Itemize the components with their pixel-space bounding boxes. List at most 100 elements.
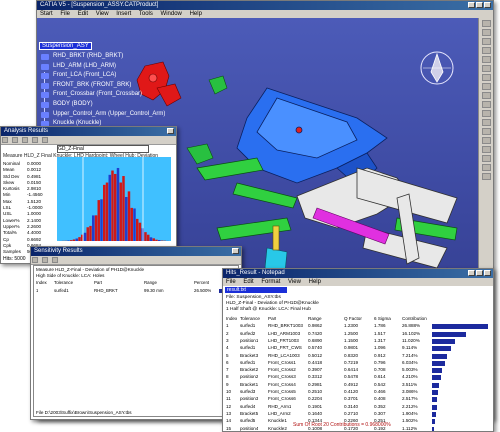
notepad-titlebar[interactable]: Hits_Result - Notepad	[223, 269, 493, 278]
menu-file[interactable]: File	[60, 11, 70, 17]
table-cell: 0.2510	[308, 389, 323, 394]
toolbar-button[interactable]	[481, 56, 491, 63]
measure-select[interactable]: GD_Z-Final	[57, 145, 149, 153]
histogram-bar	[67, 240, 70, 241]
toolbar-button[interactable]	[481, 146, 491, 153]
menu-edit[interactable]: Edit	[78, 11, 88, 17]
table-cell: Bracket5	[240, 410, 259, 416]
stat-value: 0.6692	[27, 236, 42, 242]
stat-value: -1.0000	[27, 205, 43, 211]
tree-item[interactable]: RHD_BRKT (RHD_BRKT)	[39, 52, 165, 62]
tree-item[interactable]: LHD_ARM (LHD_ARM)	[39, 62, 165, 72]
menu-edit[interactable]: Edit	[243, 279, 253, 285]
menu-start[interactable]: Start	[40, 11, 53, 17]
toolbar-button[interactable]	[481, 65, 491, 72]
toolbar-button[interactable]	[481, 137, 491, 144]
tree-item[interactable]: Front_Crossbar (Front_Crossbar)	[39, 90, 165, 100]
toolbar-button[interactable]	[481, 74, 491, 81]
toolbar-button[interactable]	[32, 257, 38, 263]
tree-item[interactable]: Front_LCA (Front_LCA)	[39, 71, 165, 81]
analysis-titlebar[interactable]: Analysis Results	[1, 127, 176, 136]
table-cell: Front_Cross2	[268, 367, 296, 373]
contribution-cell: 3.511%	[402, 381, 418, 387]
analysis-footer: Hits: 5000	[3, 256, 26, 262]
notepad-text-area[interactable]: File: Suspension_ASY.tbs HLD_Z-Final - D…	[223, 294, 493, 431]
table-cell: 0.1640	[308, 410, 323, 416]
table-cell: 1	[36, 288, 39, 293]
minimize-icon[interactable]	[468, 270, 475, 276]
histogram-bar	[70, 240, 73, 241]
tree-root[interactable]: Suspension_ASY	[39, 42, 92, 50]
toolbar-button[interactable]	[31, 137, 38, 143]
toolbar-button[interactable]	[481, 101, 491, 108]
toolbar-button[interactable]	[51, 257, 58, 263]
toolbar-button[interactable]	[481, 47, 491, 54]
toolbar-button[interactable]	[41, 137, 48, 143]
close-icon[interactable]	[167, 128, 174, 134]
menu-help[interactable]: Help	[190, 11, 202, 17]
menu-view[interactable]: View	[96, 11, 109, 17]
tree-item[interactable]: Upper_Control_Arm (Upper_Control_Arm)	[39, 110, 165, 120]
contribution-cell: 3.086%	[402, 389, 418, 394]
close-icon[interactable]	[232, 248, 239, 254]
column-header: Tolerance	[240, 316, 260, 321]
tree-item[interactable]: BODY (BODY)	[39, 100, 165, 110]
table-cell: 0.3312	[308, 374, 323, 380]
menu-tools[interactable]: Tools	[139, 11, 153, 17]
close-icon[interactable]	[484, 270, 491, 276]
sensitivity-header1: Measure HLD_Z-Final - Deviation of PH1D@…	[36, 267, 145, 272]
minimize-icon[interactable]	[468, 2, 475, 8]
table-row: 1 surfed1 RHD_BRKT 99.30 mm 26.500%	[34, 288, 238, 295]
toolbar-button[interactable]	[481, 83, 491, 90]
contribution-bar	[432, 419, 436, 425]
file-field[interactable]: result.txt	[225, 287, 287, 293]
toolbar-button[interactable]	[481, 38, 491, 45]
table-cell: Front_Cross5	[268, 389, 296, 394]
toolbar-button[interactable]	[481, 29, 491, 36]
toolbar-button[interactable]	[11, 137, 18, 143]
maximize-icon[interactable]	[476, 270, 483, 276]
toolbar-button[interactable]	[481, 110, 491, 117]
toolbar-button[interactable]	[481, 155, 491, 162]
toolbar-button[interactable]	[21, 137, 28, 143]
menu-file[interactable]: File	[226, 279, 236, 285]
toolbar-button[interactable]	[481, 128, 491, 135]
histogram-bar	[111, 170, 114, 241]
analysis-title: Analysis Results	[4, 128, 49, 134]
catia-titlebar[interactable]: CATIA V5 - [Suspension_ASSY.CATProduct]	[37, 1, 493, 10]
toolbar-button[interactable]	[481, 119, 491, 126]
toolbar-button[interactable]	[481, 20, 491, 27]
table-cell: surfed4	[240, 403, 256, 409]
compass-icon	[420, 51, 454, 85]
tree-item[interactable]: FRONT_BRK (FRONT_BRK)	[39, 81, 165, 91]
toolbar-button[interactable]	[481, 164, 491, 171]
table-cell: 0.408	[374, 396, 386, 402]
toolbar-button[interactable]	[481, 92, 491, 99]
menu-insert[interactable]: Insert	[116, 11, 131, 17]
toolbar-button[interactable]	[481, 173, 491, 180]
toolbar-button[interactable]	[2, 137, 8, 143]
contribution-cell: 1.904%	[402, 410, 418, 416]
menu-format[interactable]: Format	[261, 279, 280, 285]
toolbar-button[interactable]	[41, 257, 48, 263]
table-cell: position2	[240, 374, 259, 380]
maximize-icon[interactable]	[476, 2, 483, 8]
menu-view[interactable]: View	[288, 279, 301, 285]
table-cell: 0.8320	[344, 352, 359, 358]
close-icon[interactable]	[484, 2, 491, 8]
contribution-bar	[432, 338, 455, 344]
sensitivity-titlebar[interactable]: Sensitivity Results	[31, 247, 241, 256]
table-cell: surfed5	[240, 418, 256, 424]
menu-window[interactable]: Window	[161, 11, 182, 17]
catia-title: CATIA V5 - [Suspension_ASSY.CATProduct]	[40, 2, 159, 8]
stat-label: Samples	[3, 249, 21, 255]
table-cell: 0.3140	[344, 403, 359, 409]
part-icon	[41, 54, 49, 60]
histogram-bar	[158, 240, 161, 241]
histogram-bar	[144, 232, 147, 241]
sensitivity-title: Sensitivity Results	[34, 248, 83, 254]
menu-help[interactable]: Help	[309, 279, 321, 285]
column-header: 6 Sigma	[374, 316, 391, 321]
part-icon	[41, 92, 49, 99]
table-cell: 11	[226, 396, 231, 402]
